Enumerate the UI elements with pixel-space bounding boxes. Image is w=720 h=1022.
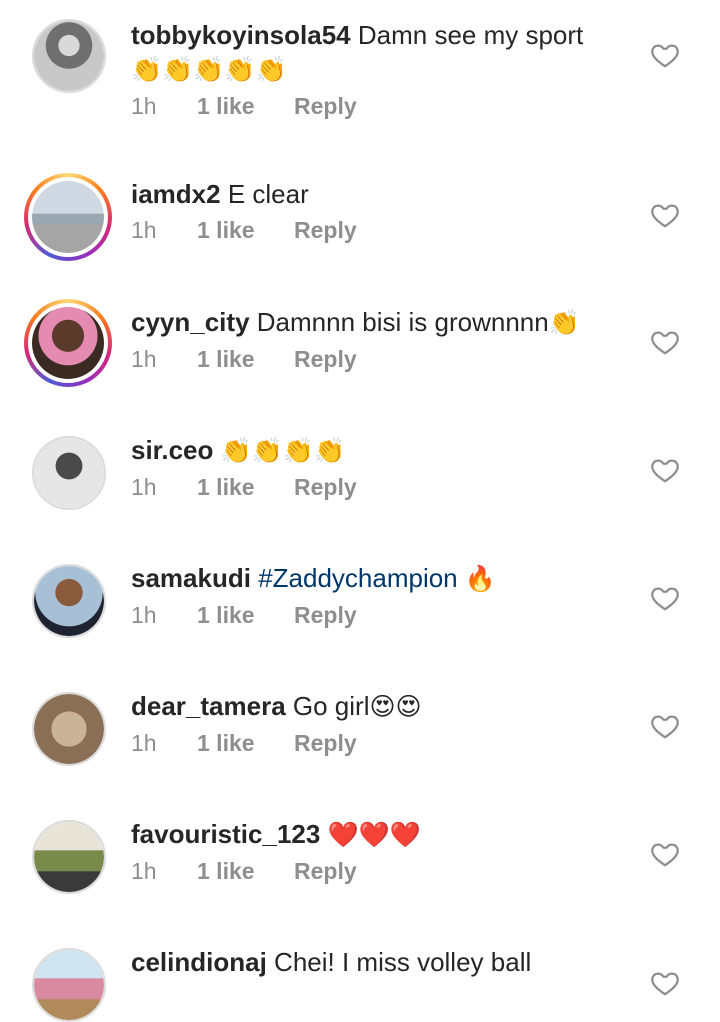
comment-time: 1h [131,602,157,628]
avatar[interactable] [24,299,112,387]
comment-username[interactable]: tobbykoyinsola54 [131,20,351,50]
comment-likes[interactable]: 1 like [197,217,294,244]
comment-likes[interactable]: 1 like [197,602,294,629]
comment-time: 1h [131,346,157,372]
comment-username[interactable]: iamdx2 [131,179,221,209]
comment-time: 1h [131,730,157,756]
reply-button[interactable]: Reply [294,730,357,757]
avatar[interactable] [32,820,106,894]
reply-button[interactable]: Reply [294,93,357,120]
comment-emojis: 👏 [548,308,580,337]
comment-username[interactable]: favouristic_123 [131,819,320,849]
reply-button[interactable]: Reply [294,858,357,885]
reply-button[interactable]: Reply [294,602,357,629]
avatar[interactable] [32,436,106,510]
comment-username[interactable]: samakudi [131,563,251,593]
comment-text: Damnnn bisi is grownnnn [256,307,549,337]
avatar[interactable] [32,564,106,638]
comment-emojis: 😍😍 [369,692,422,721]
heart-outline-icon[interactable] [650,200,680,230]
comment-likes[interactable]: 1 like [197,730,294,757]
avatar[interactable] [32,948,106,1022]
heart-outline-icon[interactable] [650,839,680,869]
heart-outline-icon[interactable] [650,711,680,741]
heart-outline-icon[interactable] [650,40,680,70]
comment-likes[interactable]: 1 like [197,93,294,120]
comment-emojis: ❤️❤️❤️ [327,820,421,849]
comment-time: 1h [131,474,157,500]
reply-button[interactable]: Reply [294,217,357,244]
heart-outline-icon[interactable] [650,455,680,485]
heart-outline-icon[interactable] [650,327,680,357]
reply-button[interactable]: Reply [294,474,357,501]
comment-hashtag[interactable]: #Zaddychampion [258,563,457,593]
reply-button[interactable]: Reply [294,346,357,373]
comment-time: 1h [131,93,157,119]
avatar[interactable] [24,173,112,261]
comment-username[interactable]: celindionaj [131,947,267,977]
comment-username[interactable]: dear_tamera [131,691,286,721]
avatar[interactable] [32,19,106,93]
comment-username[interactable]: sir.ceo [131,435,213,465]
avatar[interactable] [32,692,106,766]
comment-text: E clear [227,179,309,209]
comment-likes[interactable]: 1 like [197,474,294,501]
comment-text: Go girl [292,691,370,721]
comment-emojis: 🔥 [464,564,497,593]
comment-likes[interactable]: 1 like [197,346,294,373]
comment-text: Chei! I miss volley ball [274,947,532,977]
comment-likes[interactable]: 1 like [197,858,294,885]
heart-outline-icon[interactable] [650,583,680,613]
comment-emojis: 👏👏👏👏👏 [131,55,287,84]
heart-outline-icon[interactable] [650,968,680,998]
comment-time: 1h [131,858,157,884]
comment-username[interactable]: cyyn_city [131,307,250,337]
comment-time: 1h [131,217,157,243]
comment-text: Damn see my sport [357,20,584,50]
comment-emojis: 👏👏👏👏 [220,436,346,465]
